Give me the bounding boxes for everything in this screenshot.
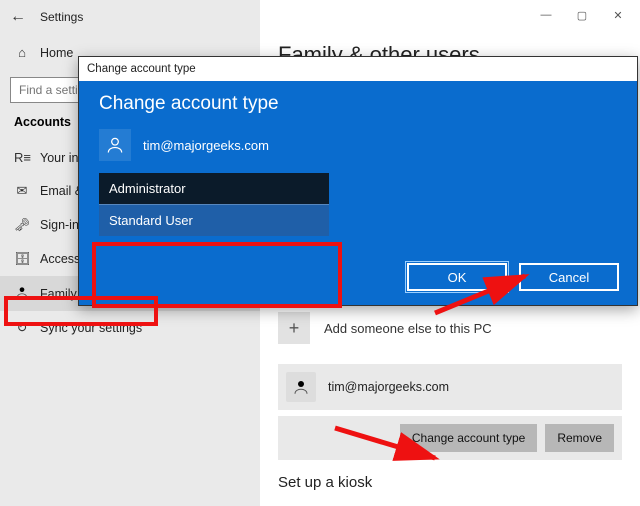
mail-icon: ✉ xyxy=(14,183,30,199)
key-icon: 🗝 xyxy=(14,217,30,233)
dialog-titlebar: Change account type xyxy=(79,57,637,81)
sync-icon: ↻ xyxy=(14,320,30,336)
change-account-type-button[interactable]: Change account type xyxy=(400,424,537,452)
close-button[interactable]: ✕ xyxy=(600,4,636,26)
dialog-user-email: tim@majorgeeks.com xyxy=(143,138,269,153)
option-standard-user[interactable]: Standard User xyxy=(99,204,329,236)
kiosk-heading: Set up a kiosk xyxy=(278,474,622,491)
account-type-dropdown[interactable]: Administrator Standard User xyxy=(99,173,329,236)
add-user-label: Add someone else to this PC xyxy=(324,321,492,336)
people-icon xyxy=(14,285,30,302)
briefcase-icon: 🗄 xyxy=(14,251,30,267)
user-row[interactable]: tim@majorgeeks.com xyxy=(278,364,622,410)
cancel-button[interactable]: Cancel xyxy=(519,263,619,291)
person-icon xyxy=(286,372,316,402)
sidebar-item-sync[interactable]: ↻ Sync your settings xyxy=(0,311,260,345)
person-icon xyxy=(99,129,131,161)
window-title: Settings xyxy=(40,10,83,24)
maximize-button[interactable]: ▢ xyxy=(564,4,600,26)
sidebar-item-label: Home xyxy=(40,46,73,60)
minimize-button[interactable]: — xyxy=(528,4,564,26)
dialog-heading: Change account type xyxy=(99,93,617,115)
user-email: tim@majorgeeks.com xyxy=(328,380,449,394)
ok-button[interactable]: OK xyxy=(407,263,507,291)
change-account-type-dialog: Change account type Change account type … xyxy=(78,56,638,306)
user-card-icon: R≡ xyxy=(14,150,30,165)
sidebar-item-label: Sync your settings xyxy=(40,321,142,335)
remove-user-button[interactable]: Remove xyxy=(545,424,614,452)
home-icon: ⌂ xyxy=(14,45,30,60)
plus-icon: + xyxy=(278,312,310,344)
add-user-button[interactable]: + Add someone else to this PC xyxy=(278,310,622,346)
option-administrator[interactable]: Administrator xyxy=(99,173,329,204)
back-button[interactable]: ← xyxy=(10,8,26,26)
